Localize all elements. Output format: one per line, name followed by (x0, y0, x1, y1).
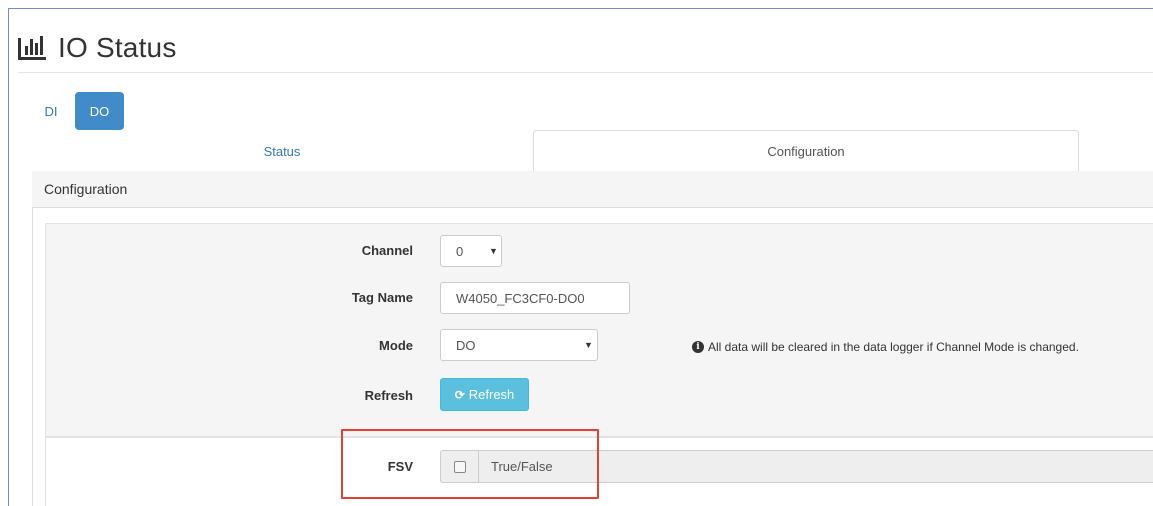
channel-select[interactable]: 0 ▼ (440, 235, 502, 267)
refresh-button-label: Refresh (468, 387, 515, 402)
mode-select[interactable]: DO ▼ (440, 329, 598, 361)
mode-change-note: i All data will be cleared in the data l… (692, 340, 1079, 354)
chevron-down-icon: ▼ (489, 246, 498, 256)
channel-label: Channel (361, 243, 413, 258)
io-type-di-pill[interactable]: DI (34, 92, 68, 130)
tag-name-input[interactable]: W4050_FC3CF0-DO0 (440, 282, 630, 314)
channel-select-value: 0 (456, 243, 464, 259)
header-divider (18, 72, 1153, 73)
info-icon: i (692, 341, 704, 353)
page-title: IO Status (58, 32, 177, 63)
refresh-icon: ⟳ (454, 387, 465, 402)
refresh-label: Refresh (364, 388, 413, 403)
panel-heading: Configuration (32, 171, 1153, 208)
tab-status[interactable]: Status (32, 131, 532, 171)
io-type-do-pill[interactable]: DO (75, 92, 124, 130)
window-top-border (8, 8, 1153, 9)
bar-chart-icon (18, 36, 48, 60)
configuration-form-well (45, 223, 1153, 437)
tab-configuration[interactable]: Configuration (533, 130, 1079, 172)
refresh-button[interactable]: ⟳ Refresh (440, 378, 529, 411)
window-left-border (8, 8, 9, 506)
mode-select-value: DO (456, 337, 476, 353)
chevron-down-icon: ▼ (584, 340, 593, 350)
mode-label: Mode (379, 338, 413, 353)
tag-name-label: Tag Name (351, 290, 413, 305)
mode-note-text: All data will be cleared in the data log… (708, 340, 1079, 354)
highlight-annotation (341, 429, 599, 499)
page-header: IO Status (18, 28, 177, 68)
